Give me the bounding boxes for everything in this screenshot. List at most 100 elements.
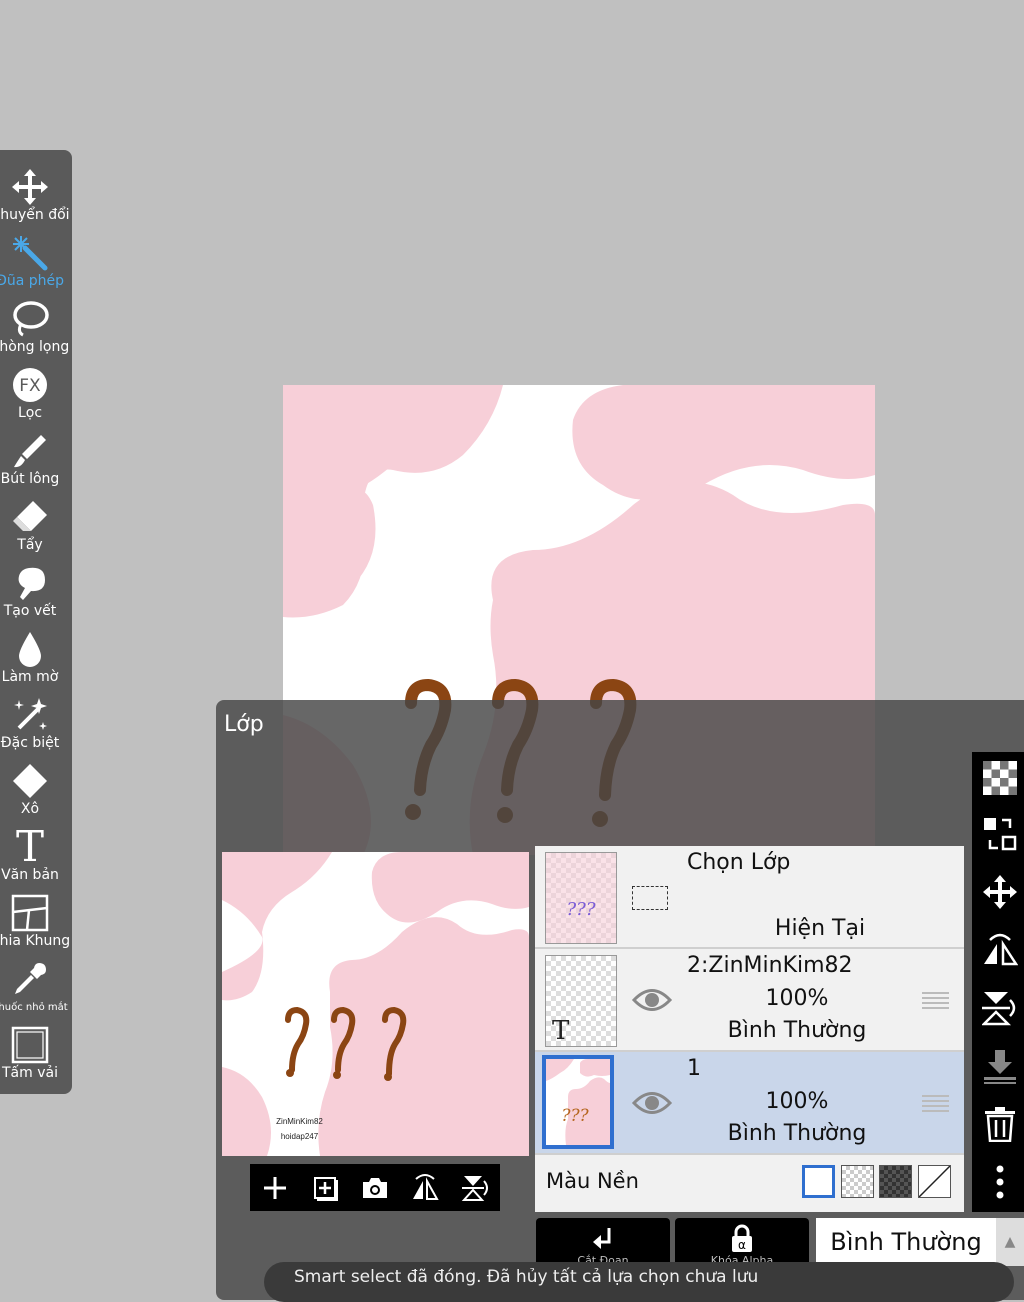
- text-tool-icon: T: [15, 822, 44, 871]
- tool-frame-divider[interactable]: Chia Khung: [0, 886, 70, 952]
- tool-label: Thòng lọng: [0, 339, 70, 355]
- background-transparent-swatch[interactable]: [841, 1165, 874, 1198]
- layer-row-text[interactable]: T 2:ZinMinKim82 100% Bình Thường: [535, 949, 964, 1052]
- eyedropper-icon: [10, 960, 50, 998]
- layer-name: 1: [687, 1056, 701, 1081]
- flip-layer-horizontal-button[interactable]: [982, 932, 1018, 968]
- panel-title: Lớp: [224, 712, 264, 737]
- tool-label: Làm mờ: [1, 669, 59, 685]
- merge-down-button[interactable]: [982, 1048, 1018, 1084]
- tool-transform[interactable]: Chuyển đổi: [0, 160, 70, 226]
- drag-handle-icon[interactable]: [922, 1094, 949, 1112]
- alpha-lock-icon: α: [675, 1218, 809, 1254]
- duplicate-layer-button[interactable]: [306, 1169, 344, 1207]
- tool-label: Đũa phép: [0, 273, 65, 289]
- move-arrows-icon: [983, 875, 1017, 909]
- layer-thumbnail: ???: [542, 1055, 614, 1149]
- frame-divider-icon: [10, 894, 50, 932]
- flip-horizontal-icon: [413, 1173, 439, 1200]
- flip-vertical-button[interactable]: [456, 1169, 494, 1207]
- toast-message: Smart select đã đóng. Đã hủy tất cả lựa …: [264, 1262, 1014, 1302]
- lasso-icon: [10, 300, 50, 338]
- layer-status: Hiện Tại: [774, 916, 866, 941]
- tool-text[interactable]: T Văn bản: [0, 820, 60, 886]
- blend-mode-arrow-icon[interactable]: ▲: [996, 1218, 1024, 1266]
- tool-label: Thuốc nhỏ mắt: [0, 1002, 68, 1013]
- camera-button[interactable]: [356, 1169, 394, 1207]
- swap-layers-icon: [984, 818, 1017, 851]
- selection-marquee-icon: [632, 886, 668, 910]
- brush-icon: [10, 432, 50, 470]
- tool-bucket[interactable]: Xô: [0, 754, 60, 820]
- layer-thumbnail: T: [545, 955, 617, 1047]
- flip-horizontal-icon: [984, 933, 1018, 966]
- plus-icon: [264, 1176, 286, 1199]
- more-vertical-icon: [996, 1165, 1004, 1199]
- layer-row-selection[interactable]: ??? Chọn Lớp Hiện Tại: [535, 846, 964, 949]
- eye-icon[interactable]: [631, 1090, 673, 1116]
- merge-down-icon: [984, 1050, 1016, 1084]
- transparency-button[interactable]: [982, 760, 1018, 796]
- tool-magic-wand[interactable]: Đũa phép: [0, 226, 64, 292]
- layer-action-bar: [250, 1164, 500, 1211]
- tool-blur[interactable]: Làm mờ: [0, 622, 60, 688]
- magic-wand-icon: [10, 234, 50, 272]
- swap-layers-button[interactable]: [982, 816, 1018, 852]
- flip-horizontal-button[interactable]: [406, 1169, 444, 1207]
- trash-icon: [985, 1107, 1015, 1142]
- layer-thumbnail: ???: [545, 852, 617, 944]
- background-color-row: Màu Nền: [535, 1154, 964, 1212]
- background-label: Màu Nền: [546, 1169, 639, 1193]
- eye-icon[interactable]: [631, 987, 673, 1013]
- text-layer-icon: T: [552, 1016, 570, 1046]
- flip-layer-vertical-button[interactable]: [982, 990, 1018, 1026]
- move-layer-button[interactable]: [982, 874, 1018, 910]
- layer-row-image[interactable]: ??? 1 100% Bình Thường: [535, 1052, 964, 1155]
- watermark-line: hoidap247: [280, 1132, 319, 1141]
- background-white-swatch[interactable]: [802, 1165, 835, 1198]
- canvas-icon: [10, 1026, 50, 1064]
- eraser-icon: [10, 498, 50, 536]
- checkerboard-icon: [983, 761, 1017, 795]
- fx-filter-icon: FX: [10, 366, 50, 404]
- tool-eraser[interactable]: Tẩy: [0, 490, 60, 556]
- tool-label: Tấm vải: [2, 1065, 58, 1081]
- background-none-swatch[interactable]: [918, 1165, 951, 1198]
- layer-blend-mode: Bình Thường: [727, 1018, 867, 1043]
- background-dark-swatch[interactable]: [879, 1165, 912, 1198]
- tool-eyedropper[interactable]: Thuốc nhỏ mắt: [0, 952, 68, 1018]
- svg-text:???: ???: [561, 1106, 589, 1126]
- layer-opacity: 100%: [765, 986, 829, 1011]
- tool-special[interactable]: Đặc biệt: [0, 688, 60, 754]
- layer-name: 2:ZinMinKim82: [687, 953, 853, 978]
- move-arrows-icon: [10, 168, 50, 206]
- smudge-icon: [10, 564, 50, 602]
- add-layer-icon: [314, 1176, 338, 1201]
- tool-label: Đặc biệt: [0, 735, 60, 751]
- tool-smudge[interactable]: Tạo vết: [0, 556, 60, 622]
- delete-layer-button[interactable]: [982, 1106, 1018, 1142]
- tool-label: Lọc: [17, 405, 43, 421]
- tool-brush[interactable]: Bút lông: [0, 424, 60, 490]
- tool-label: Tẩy: [17, 537, 43, 553]
- blur-drop-icon: [10, 630, 50, 668]
- tool-canvas[interactable]: Tấm vải: [0, 1018, 60, 1084]
- camera-icon: [363, 1177, 387, 1198]
- layer-preview: ZinMinKim82 hoidap247: [222, 852, 529, 1156]
- layer-list: ??? Chọn Lớp Hiện Tại T 2:ZinMinKim82 10…: [535, 846, 964, 1212]
- tool-filter[interactable]: FX Lọc: [0, 358, 60, 424]
- svg-text:FX: FX: [19, 376, 41, 396]
- special-sparkle-icon: [10, 696, 50, 734]
- blend-mode-select[interactable]: Bình Thường: [816, 1218, 996, 1266]
- more-options-button[interactable]: [982, 1164, 1018, 1200]
- flip-vertical-icon: [461, 1175, 488, 1201]
- add-layer-button[interactable]: [256, 1169, 294, 1207]
- drag-handle-icon[interactable]: [922, 991, 949, 1009]
- svg-text:α: α: [738, 1238, 746, 1252]
- tool-label: Tạo vết: [3, 603, 57, 619]
- svg-text:???: ???: [567, 899, 596, 920]
- tool-label: Chuyển đổi: [0, 207, 70, 223]
- tool-label: Văn bản: [1, 867, 59, 883]
- tool-lasso[interactable]: Thòng lọng: [0, 292, 69, 358]
- watermark-line: ZinMinKim82: [276, 1117, 323, 1126]
